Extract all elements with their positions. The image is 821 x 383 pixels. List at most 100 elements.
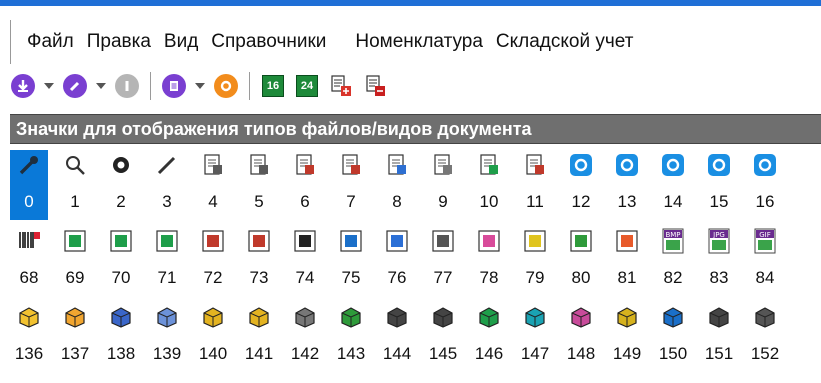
icon-cell[interactable]: 78 (470, 226, 508, 296)
icon-cell[interactable]: 145 (424, 302, 462, 372)
icon-index-label: 146 (474, 344, 504, 363)
doc-search-icon (246, 152, 272, 178)
icon-index-label: 79 (525, 268, 545, 287)
list-dropdown[interactable] (191, 69, 209, 103)
pump-lock-icon (430, 304, 456, 330)
icon-cell[interactable]: 9 (424, 150, 462, 220)
icon-cell[interactable]: 3 (148, 150, 186, 220)
arrows-down-icon (108, 228, 134, 254)
valve-pink-icon (568, 304, 594, 330)
icon-cell[interactable]: 138 (102, 302, 140, 372)
icon-cell[interactable]: 139 (148, 302, 186, 372)
icon-cell[interactable]: 75 (332, 226, 370, 296)
icon-index-label: 139 (152, 344, 182, 363)
import-doc-button[interactable] (358, 69, 392, 103)
icon-cell[interactable]: 10 (470, 150, 508, 220)
icon-cell[interactable]: JPG 83 (700, 226, 738, 296)
icon-cell[interactable]: 140 (194, 302, 232, 372)
icon-index-label: 151 (704, 344, 734, 363)
icon-cell[interactable]: 77 (424, 226, 462, 296)
device-icon (752, 304, 778, 330)
list-icon (162, 74, 186, 98)
icon-cell[interactable]: 137 (56, 302, 94, 372)
icon-cell[interactable]: 69 (56, 226, 94, 296)
icon-cell[interactable]: 144 (378, 302, 416, 372)
icon-cell[interactable]: BMP 82 (654, 226, 692, 296)
date-16-button[interactable]: 16 (256, 69, 290, 103)
icon-cell[interactable]: 12 (562, 150, 600, 220)
blue-key-icon (660, 152, 686, 178)
icon-index-label: 148 (566, 344, 596, 363)
edit-button[interactable] (58, 69, 92, 103)
menu-edit[interactable]: Правка (87, 31, 151, 53)
list-button[interactable] (157, 69, 191, 103)
menu-references[interactable]: Справочники (211, 31, 326, 53)
magnifier-icon (62, 152, 88, 178)
icon-cell[interactable]: 148 (562, 302, 600, 372)
icon-cell[interactable]: 151 (700, 302, 738, 372)
refresh-button[interactable] (209, 69, 243, 103)
icon-cell[interactable]: 79 (516, 226, 554, 296)
import-doc-icon (366, 75, 385, 96)
icon-cell[interactable]: 136 (10, 302, 48, 372)
icon-cell[interactable]: 70 (102, 226, 140, 296)
calendar-24-icon: 24 (296, 75, 318, 97)
icon-cell[interactable]: 2 (102, 150, 140, 220)
icon-cell[interactable]: 11 (516, 150, 554, 220)
table-yellow-icon (522, 228, 548, 254)
icon-cell[interactable]: 71 (148, 226, 186, 296)
icon-cell[interactable]: 150 (654, 302, 692, 372)
pause-button[interactable] (110, 69, 144, 103)
download-dropdown[interactable] (40, 69, 58, 103)
icon-cell[interactable]: 14 (654, 150, 692, 220)
menu-warehouse[interactable]: Складской учет (496, 31, 634, 53)
icon-cell[interactable]: 141 (240, 302, 278, 372)
edit-dropdown[interactable] (92, 69, 110, 103)
icon-cell[interactable]: 1 (56, 150, 94, 220)
icon-cell[interactable]: 143 (332, 302, 370, 372)
icon-cell[interactable]: 81 (608, 226, 646, 296)
icon-cell[interactable]: 147 (516, 302, 554, 372)
icon-cell[interactable]: GIF 84 (746, 226, 784, 296)
menu-nomenclature[interactable]: Номенклатура (355, 31, 483, 53)
icon-cell[interactable]: 72 (194, 226, 232, 296)
icon-cell[interactable]: 74 (286, 226, 324, 296)
icon-cell[interactable]: 152 (746, 302, 784, 372)
boxes-icon (62, 304, 88, 330)
icon-cell[interactable]: 0 (10, 150, 48, 220)
icon-index-label: 80 (571, 268, 591, 287)
icon-cell[interactable]: 73 (240, 226, 278, 296)
icon-index-label: 145 (428, 344, 458, 363)
panel-title: Значки для отображения типов файлов/видо… (10, 114, 821, 144)
icon-index-label: 71 (157, 268, 177, 287)
pump-dark-icon (384, 304, 410, 330)
menu-view[interactable]: Вид (164, 31, 198, 53)
icon-cell[interactable]: 5 (240, 150, 278, 220)
monitor-doc-icon (430, 228, 456, 254)
icon-cell[interactable]: 16 (746, 150, 784, 220)
blue-terminal-icon (706, 152, 732, 178)
download-button[interactable] (6, 69, 40, 103)
icon-cell[interactable]: 15 (700, 150, 738, 220)
icon-cell[interactable]: 7 (332, 150, 370, 220)
icon-cell[interactable]: 146 (470, 302, 508, 372)
icon-cell[interactable]: 68 (10, 226, 48, 296)
icon-cell[interactable]: 149 (608, 302, 646, 372)
icon-cell[interactable]: 4 (194, 150, 232, 220)
icon-cell[interactable]: 80 (562, 226, 600, 296)
icon-cell[interactable]: 13 (608, 150, 646, 220)
menu-file[interactable]: Файл (27, 31, 74, 53)
icon-index-label: 76 (387, 268, 407, 287)
blue-cube-icon (752, 152, 778, 178)
export-doc-button[interactable] (324, 69, 358, 103)
icon-cell[interactable]: 6 (286, 150, 324, 220)
svg-text:BMP: BMP (665, 231, 680, 239)
icon-index-label: 14 (663, 192, 683, 211)
icon-cell[interactable]: 76 (378, 226, 416, 296)
icon-cell[interactable]: 8 (378, 150, 416, 220)
toolbar-separator (150, 72, 151, 100)
jpg-file-icon: JPG (706, 228, 732, 254)
date-24-button[interactable]: 24 (290, 69, 324, 103)
gear-icon (108, 152, 134, 178)
icon-cell[interactable]: 142 (286, 302, 324, 372)
